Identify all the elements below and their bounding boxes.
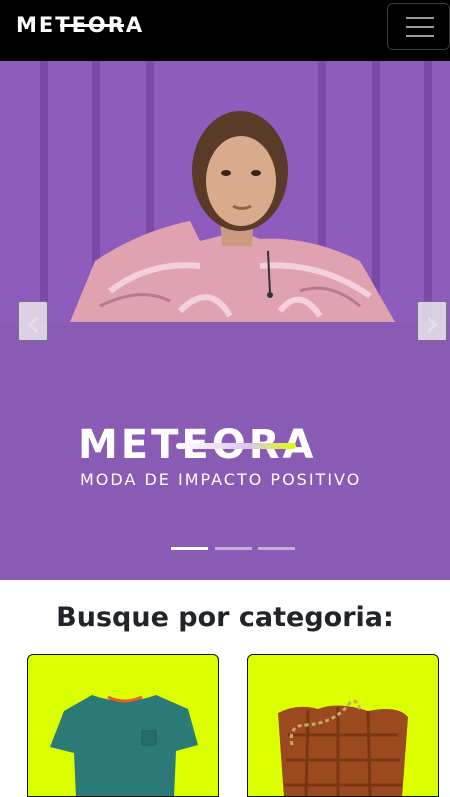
model-illustration	[70, 111, 395, 322]
hero-photo	[0, 61, 450, 322]
tshirt-image	[50, 695, 198, 796]
category-card-tshirt[interactable]	[27, 654, 219, 797]
category-section-title: Busque por categoria:	[56, 602, 394, 633]
banner-logo: METEORA	[78, 425, 388, 465]
carousel-indicator[interactable]	[171, 547, 208, 550]
navbar: METEORA	[0, 0, 450, 61]
hero-carousel: ‹ ›	[0, 61, 450, 580]
carousel-next-button[interactable]: ›	[417, 301, 447, 343]
carousel-indicator[interactable]	[215, 547, 252, 550]
hamburger-menu-icon-bar	[406, 26, 434, 28]
hamburger-menu-icon	[406, 17, 434, 19]
carousel-prev-button[interactable]: ‹	[18, 301, 48, 343]
banner-logo-accent-line	[176, 443, 296, 449]
menu-toggle-button[interactable]	[387, 3, 450, 50]
banner-tagline: MODA DE IMPACTO POSITIVO	[80, 470, 362, 489]
brand-logo-text: METEORA	[16, 13, 145, 37]
carousel-indicator[interactable]	[258, 547, 295, 550]
hamburger-menu-icon-bar	[406, 35, 434, 37]
bag-image	[278, 699, 408, 796]
brand-logo[interactable]: METEORA	[16, 14, 168, 36]
carousel-indicators	[171, 547, 296, 551]
category-card-bag[interactable]	[247, 654, 439, 797]
chevron-left-icon: ‹	[25, 301, 41, 345]
chevron-right-icon: ›	[424, 301, 440, 345]
